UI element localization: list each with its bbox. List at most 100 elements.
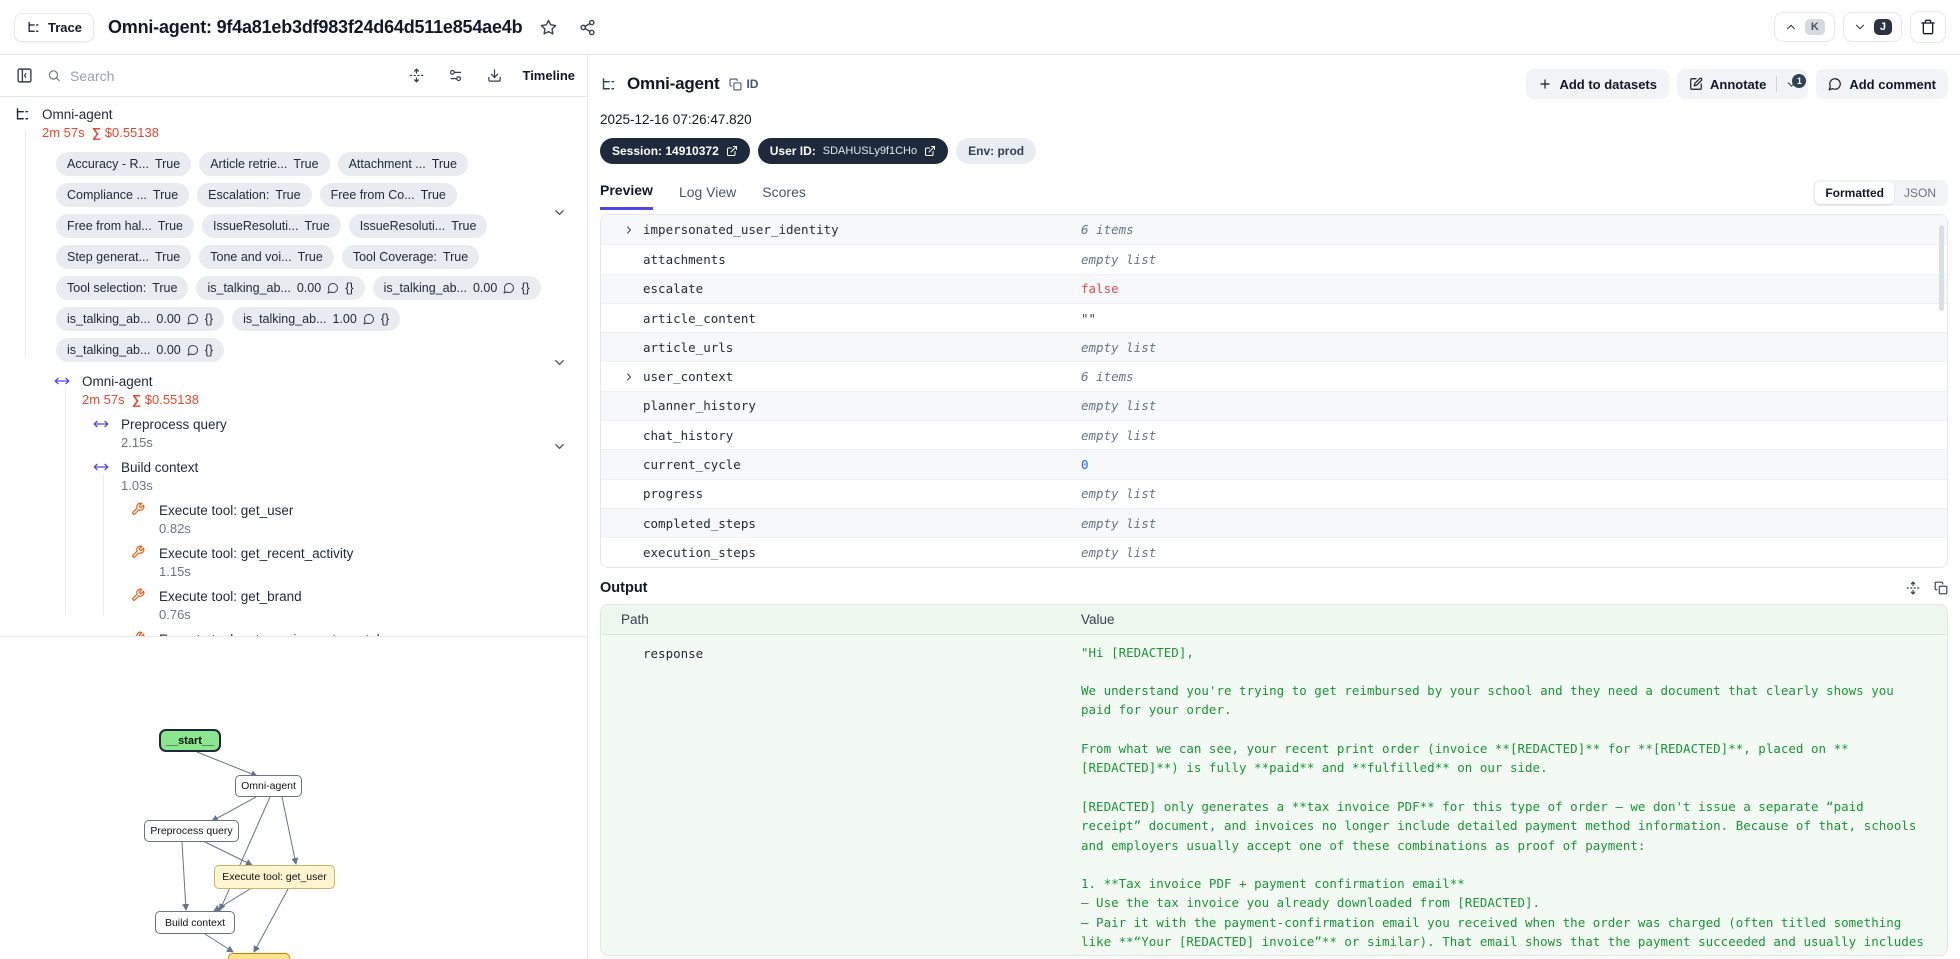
expand-row-button[interactable] <box>623 224 635 236</box>
score-badge[interactable]: is_talking_ab... 0.00 {} <box>56 307 225 331</box>
trace-span-tool[interactable]: Execute tool: get_user 0.82s <box>0 501 587 538</box>
score-badge[interactable]: is_talking_ab... 1.00 {} <box>232 307 401 331</box>
trace-span-tool[interactable]: Execute tool: get_recent_activity 1.15s <box>0 544 587 581</box>
score-badge[interactable]: Attachment ... True <box>337 152 468 176</box>
timeline-toggle[interactable]: Timeline <box>522 68 575 83</box>
next-trace-button[interactable]: J <box>1842 12 1902 42</box>
score-badge-label: Tool Coverage: <box>352 250 437 264</box>
trace-span-agent[interactable]: Omni-agent 2m 57s ∑ $0.55138 <box>0 105 587 142</box>
score-badge[interactable]: IssueResoluti... True <box>348 214 488 238</box>
tree-guide-line <box>65 387 66 615</box>
score-badge-value: True <box>431 157 457 171</box>
score-badge[interactable]: Escalation: True <box>197 183 312 207</box>
move-horizontal-icon <box>93 420 109 428</box>
score-badge[interactable]: Tool selection: True <box>56 276 189 300</box>
tab-scores[interactable]: Scores <box>762 178 806 209</box>
trash-icon <box>1921 19 1935 35</box>
env-label: Env: prod <box>968 144 1025 158</box>
tab-preview[interactable]: Preview <box>600 176 653 210</box>
graph-node-partial[interactable] <box>228 953 290 959</box>
span-metrics: 2m 57s ∑ $0.55138 <box>42 125 159 140</box>
collapse-all-button[interactable] <box>405 64 428 87</box>
preview-key-text: user_context <box>643 369 734 385</box>
span-duration: 0.76s <box>159 607 191 622</box>
score-badge-label: Tool selection: <box>67 281 147 295</box>
expand-row-button[interactable] <box>623 371 635 383</box>
score-badge[interactable]: Tool Coverage: True <box>341 245 480 269</box>
preview-value: empty list <box>1081 251 1157 267</box>
score-badge-label: IssueResoluti... <box>213 219 299 233</box>
preview-row: article_urls empty list <box>601 332 1947 362</box>
graph-node[interactable]: Omni-agent <box>235 775 302 797</box>
trace-type-pill[interactable]: Trace <box>14 12 94 42</box>
next-key-hint: J <box>1873 19 1892 35</box>
score-badges: Accuracy - R... True Article retrie... True… <box>0 148 587 372</box>
collapse-chevron[interactable] <box>552 205 567 220</box>
preview-key-text: execution_steps <box>643 544 756 560</box>
score-badge-value: 1.00 <box>332 312 357 326</box>
add-comment-button[interactable]: Add comment <box>1816 69 1948 99</box>
score-badge[interactable]: Free from Co... True <box>319 183 457 207</box>
score-badge-label: is_talking_ab... <box>67 343 151 357</box>
prev-trace-button[interactable]: K <box>1773 12 1835 42</box>
score-badge-braces: {} <box>345 281 354 295</box>
output-table: Path Value response "Hi [REDACTED], We u… <box>600 603 1948 956</box>
list-tree-icon <box>16 108 29 120</box>
format-formatted[interactable]: Formatted <box>1815 182 1894 204</box>
copy-id-button[interactable]: ID <box>729 77 758 91</box>
expand-output-button[interactable] <box>1906 581 1920 595</box>
star-icon <box>541 19 557 35</box>
copy-output-button[interactable] <box>1934 581 1948 595</box>
collapse-chevron[interactable] <box>552 355 567 370</box>
graph-node[interactable]: Build context <box>155 911 235 934</box>
output-row-key: response <box>643 645 704 661</box>
search-box[interactable] <box>47 67 396 84</box>
preview-key: article_urls <box>601 340 1081 355</box>
span-label: Execute tool: get_user <box>159 503 294 518</box>
agent-graph: __start__ Omni-agent Preprocess query Execu… <box>0 637 587 959</box>
chevron-up-icon <box>1786 24 1796 30</box>
session-badge[interactable]: Session: 14910372 <box>600 138 750 164</box>
delete-trace-button[interactable] <box>1910 11 1946 43</box>
user-id-badge[interactable]: User ID: SDAHUSLy9f1CHo <box>757 138 949 164</box>
preview-row: user_context 6 items <box>601 361 1947 390</box>
graph-node[interactable]: Preprocess query <box>144 820 239 842</box>
trace-span-agent[interactable]: Preprocess query 2.15s <box>0 415 587 452</box>
tab-log-view[interactable]: Log View <box>679 178 736 209</box>
score-badge[interactable]: is_talking_ab... 0.00 {} <box>196 276 365 300</box>
trace-span-agent[interactable]: Build context 1.03s <box>0 458 587 495</box>
score-badge[interactable]: Step generat... True <box>56 245 192 269</box>
score-badge[interactable]: Accuracy - R... True <box>56 152 192 176</box>
add-to-datasets-button[interactable]: Add to datasets <box>1526 69 1669 99</box>
graph-node[interactable]: Execute tool: get_user <box>214 865 335 889</box>
preview-key: completed_steps <box>601 516 1081 531</box>
score-badge-value: 0.00 <box>156 343 181 357</box>
score-badge[interactable]: Tone and voi... True <box>199 245 334 269</box>
score-badge[interactable]: Article retrie... True <box>199 152 330 176</box>
search-input[interactable] <box>70 67 396 84</box>
scrollbar-thumb[interactable] <box>1939 225 1944 311</box>
annotate-dropdown-button[interactable]: 1 <box>1777 73 1808 91</box>
message-circle-icon <box>1828 78 1842 91</box>
score-badge[interactable]: IssueResoluti... True <box>202 214 341 238</box>
star-button[interactable] <box>536 15 561 40</box>
view-settings-button[interactable] <box>444 64 467 87</box>
collapse-chevron[interactable] <box>552 439 567 454</box>
score-badge[interactable]: Free from hal... True <box>56 214 194 238</box>
score-badge[interactable]: is_talking_ab... 0.00 {} <box>372 276 541 300</box>
span-label: Execute tool: get_previous_steps_taken <box>159 630 398 636</box>
trace-span-agent[interactable]: Omni-agent 2m 57s ∑ $0.55138 <box>0 372 587 409</box>
trace-span-tool[interactable]: Execute tool: get_previous_steps_taken1.… <box>0 630 587 636</box>
share-button[interactable] <box>575 15 600 40</box>
graph-node[interactable]: __start__ <box>159 729 221 752</box>
download-button[interactable] <box>483 64 506 87</box>
trace-span-tool[interactable]: Execute tool: get_brand 0.76s <box>0 587 587 624</box>
format-json[interactable]: JSON <box>1894 182 1946 204</box>
score-badge-value: True <box>152 281 178 295</box>
score-badge-label: is_talking_ab... <box>67 312 151 326</box>
score-badge[interactable]: is_talking_ab... 0.00 {} <box>56 338 225 362</box>
preview-value: empty list <box>1081 427 1157 443</box>
annotate-button[interactable]: Annotate <box>1677 77 1776 92</box>
collapse-panel-button[interactable] <box>12 63 37 88</box>
score-badge[interactable]: Compliance ... True <box>56 183 190 207</box>
